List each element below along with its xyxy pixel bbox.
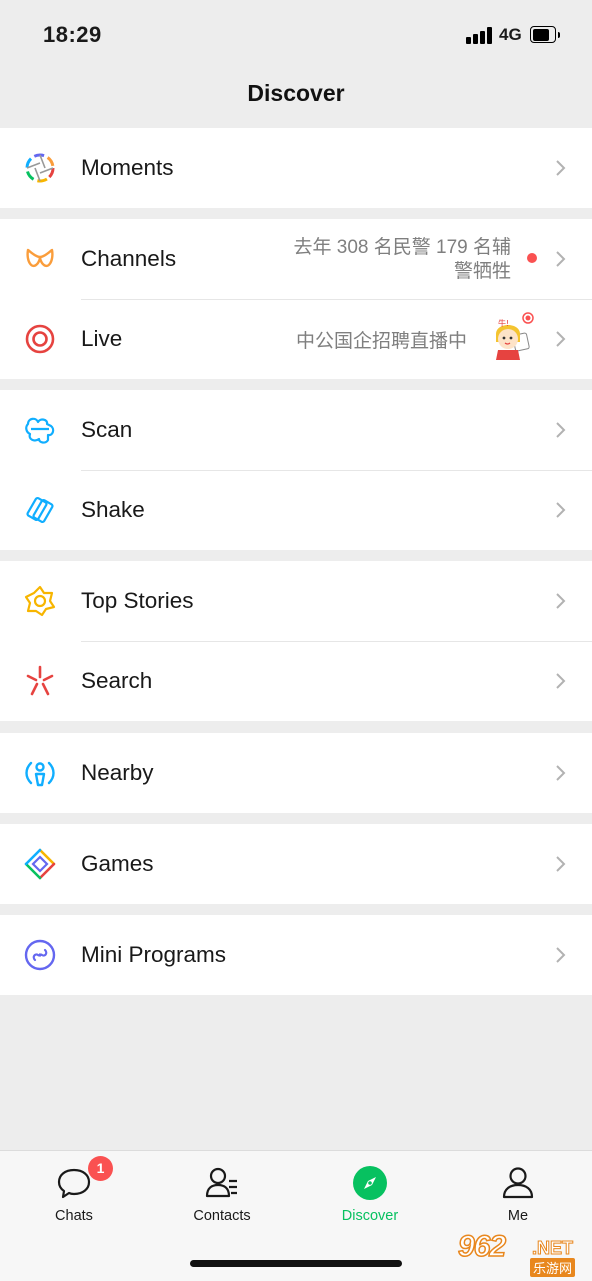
live-icon bbox=[25, 324, 55, 354]
nearby-icon bbox=[25, 761, 55, 787]
list-item-top-stories[interactable]: Top Stories bbox=[0, 561, 592, 641]
live-label: Live bbox=[81, 326, 123, 351]
watermark-logo: 962 .NET 乐游网 bbox=[448, 1226, 592, 1280]
chat-bubble-icon bbox=[57, 1168, 91, 1199]
top-stories-label: Top Stories bbox=[81, 588, 194, 613]
page-title: Discover bbox=[247, 80, 345, 106]
shake-label: Shake bbox=[81, 497, 145, 522]
group-nearby: Nearby bbox=[0, 733, 592, 813]
mini-programs-label: Mini Programs bbox=[81, 942, 227, 967]
chevron-right-icon bbox=[556, 765, 566, 781]
tab-label: Discover bbox=[341, 1208, 399, 1224]
chevron-right-icon bbox=[556, 331, 566, 347]
chevron-right-icon bbox=[556, 160, 566, 176]
tab-discover[interactable]: Discover bbox=[296, 1151, 444, 1231]
games-label: Games bbox=[81, 851, 154, 876]
signal-icon bbox=[466, 26, 494, 44]
tab-contacts[interactable]: Contacts bbox=[148, 1151, 296, 1231]
moments-label: Moments bbox=[81, 155, 174, 180]
group-scan-shake: Scan Shake bbox=[0, 390, 592, 550]
list-item-search[interactable]: Search bbox=[0, 641, 592, 721]
divider bbox=[81, 470, 592, 471]
list-item-shake[interactable]: Shake bbox=[0, 470, 592, 550]
shake-icon bbox=[26, 496, 54, 524]
tab-label: Chats bbox=[55, 1208, 93, 1224]
unread-badge: 1 bbox=[88, 1156, 113, 1181]
tab-me[interactable]: Me bbox=[444, 1151, 592, 1231]
chevron-right-icon bbox=[556, 502, 566, 518]
watermark-site: 乐游网 bbox=[530, 1258, 576, 1277]
live-preview-text: 中公国企招聘直播中 bbox=[296, 331, 468, 352]
tab-label: Me bbox=[507, 1208, 529, 1224]
channels-label: Channels bbox=[81, 246, 177, 271]
network-type: 4G bbox=[499, 25, 522, 44]
top-stories-icon bbox=[24, 585, 56, 617]
divider bbox=[81, 299, 592, 300]
list-item-nearby[interactable]: Nearby bbox=[0, 733, 592, 813]
channels-icon bbox=[26, 248, 54, 268]
person-icon bbox=[502, 1167, 534, 1199]
tab-label: Contacts bbox=[193, 1208, 251, 1224]
mini-programs-icon bbox=[24, 939, 56, 971]
watermark-number: 962 bbox=[457, 1229, 507, 1264]
battery-icon bbox=[530, 26, 560, 43]
contacts-icon bbox=[205, 1167, 237, 1198]
search-icon bbox=[26, 665, 54, 696]
watermark-suffix: .NET bbox=[531, 1238, 574, 1259]
channels-preview-text: 去年 308 名民警 179 名辅警牺牲 bbox=[293, 237, 511, 282]
group-mini-programs: Mini Programs bbox=[0, 915, 592, 995]
chevron-right-icon bbox=[556, 593, 566, 609]
chevron-right-icon bbox=[556, 673, 566, 689]
unread-dot bbox=[527, 253, 537, 263]
live-host-avatar: 牛! bbox=[496, 312, 534, 360]
chevron-right-icon bbox=[556, 856, 566, 872]
list-item-games[interactable]: Games bbox=[0, 824, 592, 904]
tab-chats[interactable]: 1 Chats bbox=[0, 1151, 148, 1231]
svg-text:牛!: 牛! bbox=[498, 318, 509, 328]
home-indicator[interactable] bbox=[190, 1260, 402, 1267]
chevron-right-icon bbox=[556, 251, 566, 267]
search-label: Search bbox=[81, 668, 153, 693]
scan-label: Scan bbox=[81, 417, 133, 442]
divider bbox=[81, 641, 592, 642]
scan-icon bbox=[25, 417, 55, 444]
group-stories-search: Top Stories Search bbox=[0, 561, 592, 721]
list-item-scan[interactable]: Scan bbox=[0, 390, 592, 470]
compass-icon bbox=[353, 1166, 387, 1200]
list-item-mini-programs[interactable]: Mini Programs bbox=[0, 915, 592, 995]
moments-icon bbox=[25, 153, 55, 183]
group-games: Games bbox=[0, 824, 592, 904]
nearby-label: Nearby bbox=[81, 760, 154, 785]
status-bar: 18:29 4G bbox=[0, 0, 592, 66]
games-icon bbox=[24, 848, 56, 880]
chevron-right-icon bbox=[556, 947, 566, 963]
group-moments: Moments bbox=[0, 128, 592, 208]
chevron-right-icon bbox=[556, 422, 566, 438]
list-item-moments[interactable]: Moments bbox=[0, 128, 592, 208]
status-time: 18:29 bbox=[43, 22, 102, 47]
